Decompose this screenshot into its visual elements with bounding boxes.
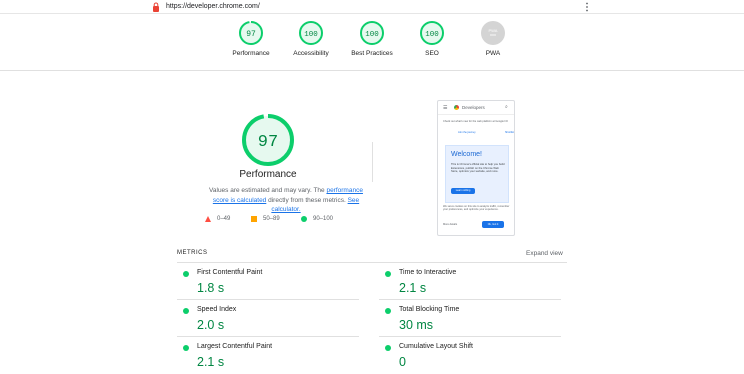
svg-text:PWA: PWA: [489, 28, 498, 33]
score-gauge-ring: 97: [239, 21, 263, 45]
thumb-link: Shortlist: [504, 131, 514, 134]
thumb-agree-button: Ok, Got it: [482, 221, 504, 228]
legend-average: 50–89: [251, 214, 280, 224]
score-gauge-ring: 100: [360, 21, 384, 45]
gauge-pwa[interactable]: PWA PWA: [463, 20, 523, 57]
metric-name: First Contentful Paint: [197, 269, 263, 276]
legend-pass: 90–100: [301, 214, 333, 224]
thumb-details: More details: [443, 223, 458, 226]
svg-text:100: 100: [365, 31, 379, 39]
metric-cumulative-layout-shift: Cumulative Layout Shift 0: [379, 337, 561, 374]
thumb-card-button: Learn nothing: [451, 188, 475, 194]
desc-text: directly from these metrics.: [266, 196, 348, 204]
metric-value: 1.8 s: [197, 281, 225, 295]
metric-total-blocking-time: Total Blocking Time 30 ms: [379, 300, 561, 337]
expand-view-toggle[interactable]: Expand view: [526, 250, 563, 257]
metric-name: Time to Interactive: [399, 269, 457, 276]
gauge-performance[interactable]: 97 Performance: [221, 20, 281, 57]
performance-title: Performance: [239, 169, 297, 180]
circle-icon: [301, 216, 307, 222]
square-icon: [251, 216, 257, 222]
gauge-accessibility[interactable]: 100 Accessibility: [281, 20, 341, 57]
svg-text:100: 100: [425, 31, 439, 39]
metric-first-contentful-paint: First Contentful Paint 1.8 s: [177, 263, 359, 300]
thumb-welcome-title: Welcome!: [451, 151, 482, 158]
gauge-label: Performance: [232, 50, 270, 57]
metrics-heading: METRICS: [177, 250, 208, 256]
browser-address-bar: https://developer.chrome.com/: [0, 0, 744, 14]
gauge-label: SEO: [425, 50, 439, 57]
legend-range: 50–89: [263, 216, 280, 222]
score-gauge-ring: 100: [420, 21, 444, 45]
pwa-badge-icon: PWA: [481, 21, 505, 45]
pass-circle-icon: [385, 271, 391, 277]
chrome-logo-icon: [454, 105, 459, 110]
metric-value: 2.0 s: [197, 318, 225, 332]
metric-value: 2.1 s: [197, 355, 225, 369]
svg-text:100: 100: [304, 31, 318, 39]
pass-circle-icon: [385, 308, 391, 314]
gauge-label: PWA: [485, 50, 501, 57]
gauge-best-practices[interactable]: 100 Best Practices: [342, 20, 402, 57]
more-options-icon[interactable]: [585, 2, 589, 12]
legend-fail: 0–49: [205, 214, 230, 224]
svg-text:97: 97: [246, 30, 256, 39]
metric-largest-contentful-paint: Largest Contentful Paint 2.1 s: [177, 337, 359, 374]
thumb-welcome-card: Welcome! This is Chrome's official site …: [445, 145, 509, 203]
score-summary: 97 Performance 100 Accessibility 100 Bes…: [0, 14, 744, 71]
vertical-divider: [372, 142, 373, 182]
triangle-icon: [205, 216, 211, 222]
pass-circle-icon: [183, 271, 189, 277]
metric-speed-index: Speed Index 2.0 s: [177, 300, 359, 337]
lock-icon: [153, 2, 159, 12]
thumb-header: ☰ Developers ⌕: [438, 101, 514, 115]
metric-name: Cumulative Layout Shift: [399, 343, 473, 350]
performance-description: Values are estimated and may vary. The p…: [206, 186, 366, 215]
thumb-cookie-text: We serve cookies on this site to analyze…: [443, 205, 510, 212]
thumb-links: Join the journey Shortlist: [458, 131, 514, 134]
thumb-brand: Developers: [462, 105, 485, 110]
gauge-label: Best Practices: [351, 50, 393, 57]
metric-value: 30 ms: [399, 318, 434, 332]
svg-text:97: 97: [258, 133, 278, 152]
metric-name: Largest Contentful Paint: [197, 343, 273, 350]
performance-score-gauge: 97: [242, 114, 294, 166]
pass-circle-icon: [183, 345, 189, 351]
gauge-seo[interactable]: 100 SEO: [402, 20, 462, 57]
metric-value: 2.1 s: [399, 281, 427, 295]
pass-circle-icon: [183, 308, 189, 314]
legend-range: 90–100: [313, 216, 334, 222]
metric-name: Total Blocking Time: [399, 306, 460, 313]
thumb-link: Join the journey: [458, 131, 476, 134]
search-icon: ⌕: [505, 104, 508, 110]
pass-circle-icon: [385, 345, 391, 351]
desc-text: Values are estimated and may vary. The: [209, 187, 327, 194]
score-gauge-ring: 100: [299, 21, 323, 45]
metric-time-to-interactive: Time to Interactive 2.1 s: [379, 263, 561, 300]
thumb-note: Check out what's new for the web platfor…: [443, 120, 508, 123]
thumb-welcome-text: This is Chrome's official site to help y…: [451, 163, 505, 174]
metric-name: Speed Index: [197, 306, 237, 313]
legend-range: 0–49: [217, 216, 231, 222]
final-screenshot-thumbnail[interactable]: ☰ Developers ⌕ Check out what's new for …: [437, 100, 515, 236]
menu-icon: ☰: [443, 105, 448, 111]
metric-value: 0: [399, 355, 406, 369]
gauge-label: Accessibility: [293, 50, 329, 57]
url-text[interactable]: https://developer.chrome.com/: [166, 2, 260, 12]
